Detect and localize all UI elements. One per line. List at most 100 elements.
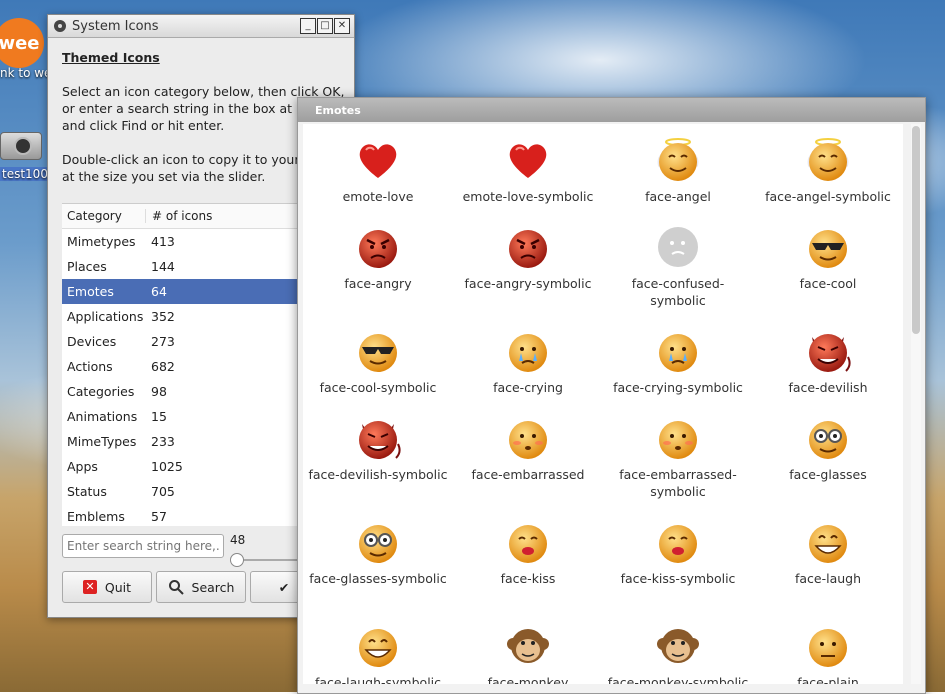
emote-label: face-monkey — [487, 675, 569, 684]
heart-icon — [354, 136, 402, 184]
emote-item[interactable]: face-crying-symbolic — [603, 315, 753, 402]
minimize-button[interactable]: _ — [300, 18, 316, 34]
emote-item[interactable]: face-laugh-symbolic — [303, 610, 453, 684]
emote-label: face-laugh-symbolic — [314, 675, 442, 684]
emote-item[interactable]: face-angry-symbolic — [453, 211, 603, 315]
emote-item[interactable]: face-confused-symbolic — [603, 211, 753, 315]
header-category[interactable]: Category — [62, 209, 145, 223]
emote-item[interactable]: face-crying — [453, 315, 603, 402]
emote-item[interactable]: emote-love — [303, 124, 453, 211]
slider-handle[interactable] — [230, 553, 244, 567]
emote-label: face-angel — [645, 189, 711, 204]
emote-item[interactable]: face-embarrassed — [453, 402, 603, 506]
emote-label: face-embarrassed-symbolic — [619, 467, 737, 499]
emote-label: face-crying — [493, 380, 563, 395]
category-cell: Animations — [67, 409, 138, 424]
emotes-icon-grid: emote-love emote-love-symbolic face-angel f… — [303, 124, 903, 684]
emote-item[interactable]: face-plain — [753, 610, 903, 684]
vertical-scrollbar[interactable] — [911, 124, 921, 684]
emote-label: face-monkey-symbolic — [607, 675, 749, 684]
emote-label: face-glasses — [789, 467, 867, 482]
devilish-face-icon — [804, 327, 852, 375]
gear-icon[interactable] — [54, 20, 66, 32]
close-icon: ✕ — [82, 580, 97, 594]
emote-item[interactable]: face-cool-symbolic — [303, 315, 453, 402]
camera-label: test100 — [0, 167, 50, 181]
emote-item[interactable]: face-kiss-symbolic — [603, 506, 753, 610]
glasses-face-icon — [354, 518, 402, 566]
emote-label: face-angry — [344, 276, 412, 291]
quit-button[interactable]: ✕ Quit — [62, 571, 152, 603]
emote-label: face-crying-symbolic — [613, 380, 743, 395]
search-icon — [168, 580, 184, 595]
emote-item[interactable]: face-monkey-symbolic — [603, 610, 753, 684]
emote-item[interactable]: face-laugh — [753, 506, 903, 610]
emote-label: face-kiss — [500, 571, 556, 586]
emotes-titlebar[interactable]: Emotes — [298, 98, 925, 122]
themed-icons-heading: Themed Icons — [62, 50, 160, 65]
category-cell: Places — [67, 259, 107, 274]
embarrassed-face-icon — [504, 414, 552, 462]
emotes-title: Emotes — [315, 103, 361, 117]
emote-label: face-embarrassed — [471, 467, 585, 482]
emote-label: face-angry-symbolic — [464, 276, 592, 291]
search-label: Search — [191, 579, 235, 595]
emote-label: face-laugh — [794, 571, 862, 586]
search-button[interactable]: Search — [156, 571, 246, 603]
emote-item[interactable]: face-angry — [303, 211, 453, 315]
window-title: System Icons — [72, 18, 159, 34]
monkey-face-icon — [654, 622, 702, 670]
category-cell: Actions — [67, 359, 113, 374]
wee-launcher-icon[interactable]: wee — [0, 18, 44, 68]
emote-label: emote-love-symbolic — [462, 189, 594, 204]
maximize-button[interactable]: □ — [317, 18, 333, 34]
monkey-face-icon — [504, 622, 552, 670]
system-icons-titlebar[interactable]: System Icons _ □ ✕ — [48, 15, 354, 38]
emote-item[interactable]: face-glasses-symbolic — [303, 506, 453, 610]
glasses-face-icon — [804, 414, 852, 462]
emote-label: face-glasses-symbolic — [309, 571, 447, 586]
emote-label: face-plain — [797, 675, 859, 684]
heart-icon — [504, 136, 552, 184]
emote-label: face-confused-symbolic — [631, 276, 725, 308]
plain-face-icon — [804, 622, 852, 670]
emote-label: face-cool — [799, 276, 857, 291]
crying-face-icon — [654, 327, 702, 375]
emote-item[interactable]: emote-love-symbolic — [453, 124, 603, 211]
emote-item[interactable]: face-cool — [753, 211, 903, 315]
kiss-face-icon — [504, 518, 552, 566]
embarrassed-face-icon — [654, 414, 702, 462]
scrollbar-thumb[interactable] — [912, 126, 920, 334]
category-cell: Devices — [67, 334, 117, 349]
close-button[interactable]: ✕ — [334, 18, 350, 34]
angel-face-icon — [654, 136, 702, 184]
category-cell: Status — [67, 484, 107, 499]
angry-face-icon — [354, 223, 402, 271]
emote-label: face-angel-symbolic — [765, 189, 891, 204]
laugh-face-icon — [804, 518, 852, 566]
emote-item[interactable]: face-kiss — [453, 506, 603, 610]
category-cell: Apps — [67, 459, 98, 474]
laugh-face-icon — [354, 622, 402, 670]
cool-face-icon — [804, 223, 852, 271]
emote-item[interactable]: face-angel-symbolic — [753, 124, 903, 211]
slider-value: 48 — [230, 533, 246, 547]
category-cell: Emotes — [67, 284, 114, 299]
confused-face-icon — [654, 223, 702, 271]
emote-item[interactable]: face-glasses — [753, 402, 903, 506]
crying-face-icon — [504, 327, 552, 375]
category-cell: Emblems — [67, 509, 125, 524]
category-cell: MimeTypes — [67, 434, 137, 449]
emote-item[interactable]: face-angel — [603, 124, 753, 211]
emote-item[interactable]: face-devilish — [753, 315, 903, 402]
emote-label: emote-love — [342, 189, 414, 204]
emote-item[interactable]: face-monkey — [453, 610, 603, 684]
emote-item[interactable]: face-embarrassed-symbolic — [603, 402, 753, 506]
search-input[interactable] — [62, 534, 224, 558]
emote-label: face-cool-symbolic — [319, 380, 437, 395]
emote-label: face-devilish — [788, 380, 868, 395]
angry-face-icon — [504, 223, 552, 271]
camera-icon[interactable] — [0, 132, 42, 160]
emote-item[interactable]: face-devilish-symbolic — [303, 402, 453, 506]
angel-face-icon — [804, 136, 852, 184]
